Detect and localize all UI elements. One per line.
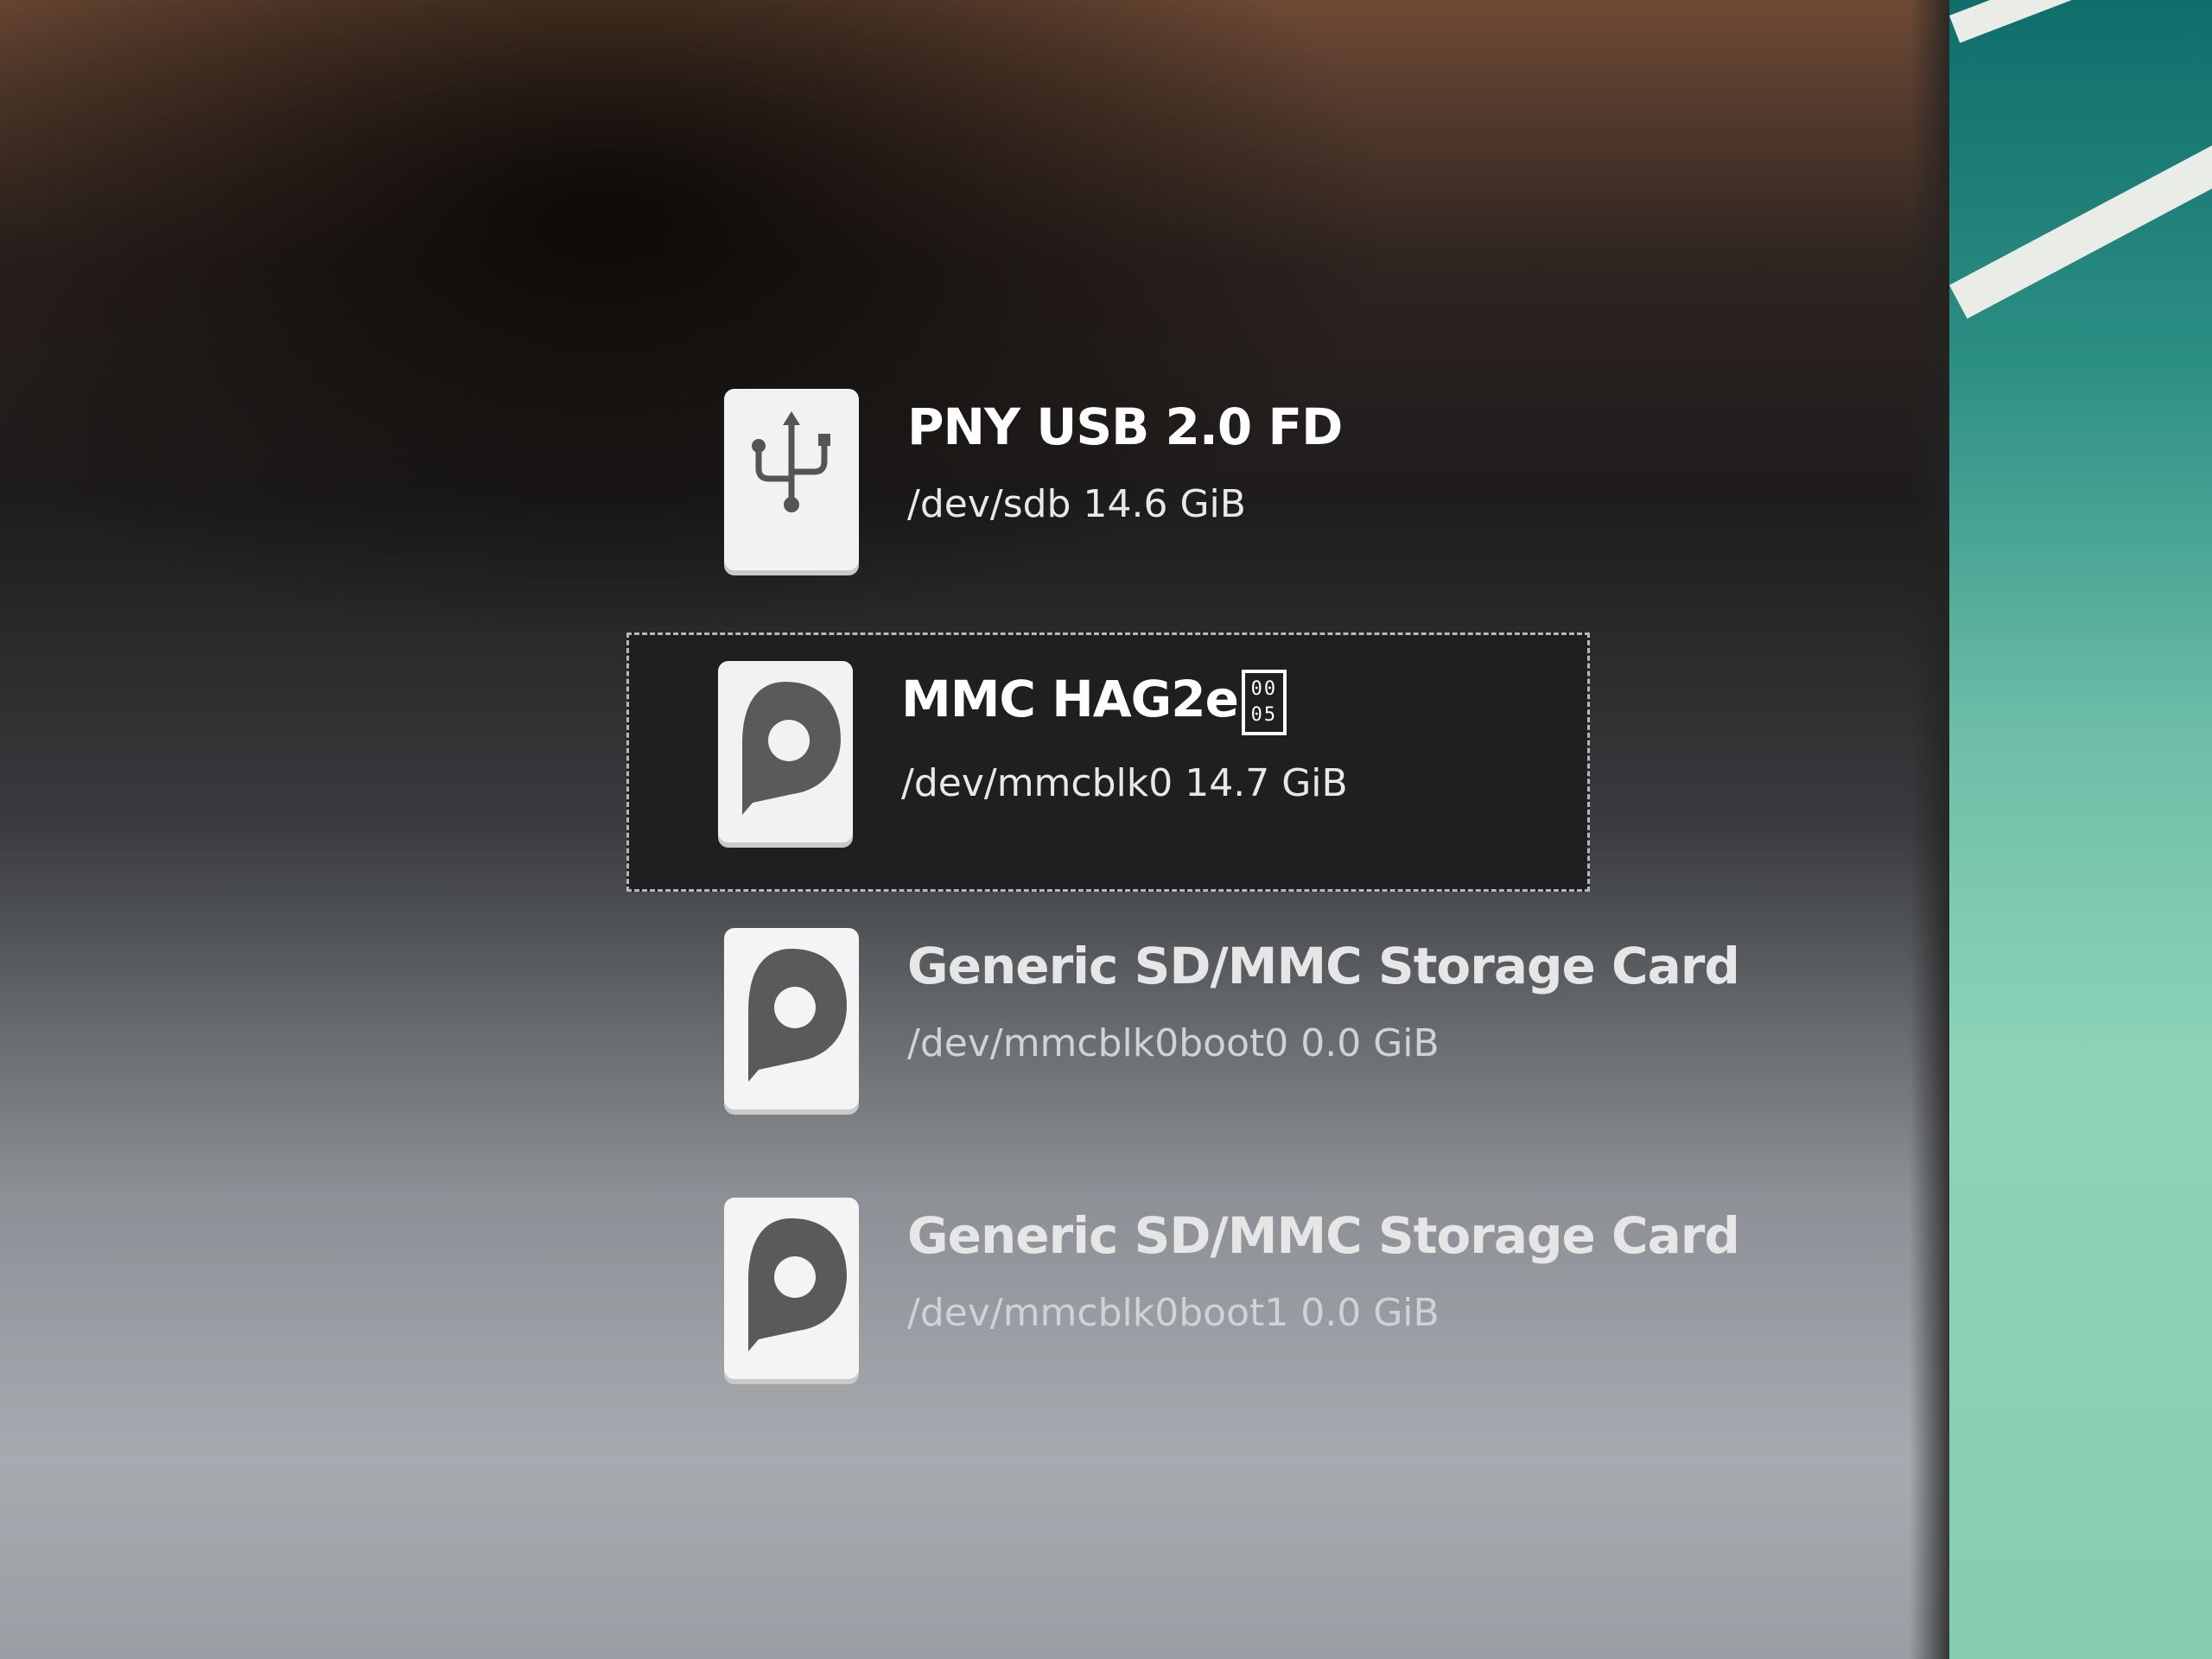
- device-text: Generic SD/MMC Storage Card /dev/mmcblk0…: [907, 1206, 1740, 1335]
- device-path-value: /dev/mmcblk0boot0: [907, 1021, 1289, 1065]
- device-path: /dev/sdb 14.6 GiB: [907, 482, 1342, 526]
- device-size: 0.0 GiB: [1300, 1021, 1440, 1065]
- device-text: MMC HAG2e 00 05 /dev/mmcblk0 14.7 GiB: [901, 670, 1348, 805]
- device-name: PNY USB 2.0 FD: [907, 397, 1343, 456]
- device-name-text: MMC HAG2e: [901, 670, 1239, 729]
- device-path-value: /dev/mmcblk0boot1: [907, 1291, 1289, 1335]
- device-item-generic-boot1[interactable]: Generic SD/MMC Storage Card /dev/mmcblk0…: [631, 1172, 1740, 1431]
- unknown-glyph-box: 00 05: [1241, 670, 1287, 735]
- device-text: PNY USB 2.0 FD /dev/sdb 14.6 GiB: [907, 397, 1343, 526]
- device-size: 14.7 GiB: [1185, 761, 1348, 805]
- device-path: /dev/mmcblk0 14.7 GiB: [901, 761, 1348, 805]
- device-name: MMC HAG2e 00 05: [901, 670, 1348, 735]
- device-item-generic-boot0[interactable]: Generic SD/MMC Storage Card /dev/mmcblk0…: [631, 902, 1740, 1161]
- device-path-value: /dev/sdb: [907, 482, 1071, 526]
- device-name: Generic SD/MMC Storage Card: [907, 937, 1740, 995]
- device-item-pny-usb[interactable]: PNY USB 2.0 FD /dev/sdb 14.6 GiB: [631, 363, 1599, 622]
- device-path: /dev/mmcblk0boot1 0.0 GiB: [907, 1291, 1739, 1335]
- glyph-code-bottom: 05: [1250, 704, 1278, 726]
- device-item-mmc-hag2e[interactable]: MMC HAG2e 00 05 /dev/mmcblk0 14.7 GiB: [626, 632, 1590, 892]
- device-path-value: /dev/mmcblk0: [901, 761, 1173, 805]
- storage-card-icon: [718, 661, 853, 842]
- monitor-bezel: [1910, 0, 1949, 1659]
- device-size: 0.0 GiB: [1300, 1291, 1440, 1335]
- storage-card-icon: [724, 928, 859, 1109]
- device-text: Generic SD/MMC Storage Card /dev/mmcblk0…: [907, 937, 1740, 1065]
- device-path: /dev/mmcblk0boot0 0.0 GiB: [907, 1021, 1739, 1065]
- device-name: Generic SD/MMC Storage Card: [907, 1206, 1740, 1265]
- usb-drive-icon: [724, 389, 859, 570]
- storage-card-icon: [724, 1198, 859, 1379]
- glyph-code-top: 00: [1250, 678, 1278, 700]
- device-list: PNY USB 2.0 FD /dev/sdb 14.6 GiB MMC HAG…: [626, 363, 1740, 1431]
- device-size: 14.6 GiB: [1083, 482, 1246, 526]
